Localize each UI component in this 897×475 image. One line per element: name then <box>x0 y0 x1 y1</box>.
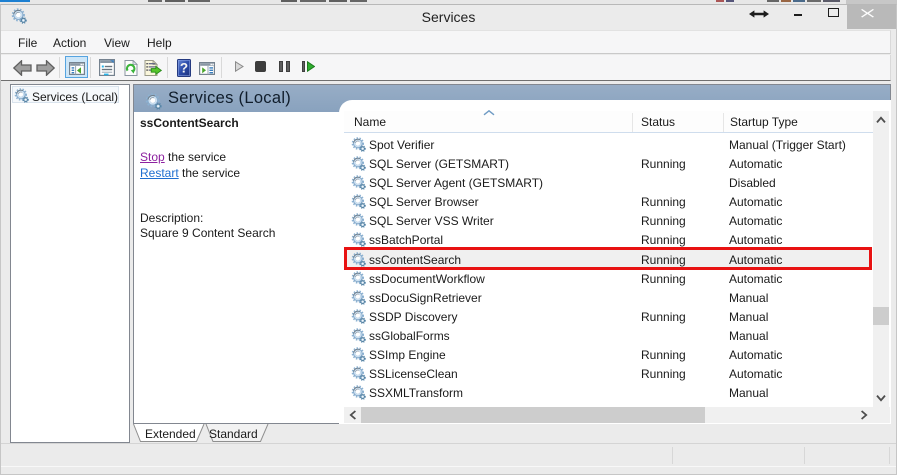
svg-text:?: ? <box>179 60 187 75</box>
